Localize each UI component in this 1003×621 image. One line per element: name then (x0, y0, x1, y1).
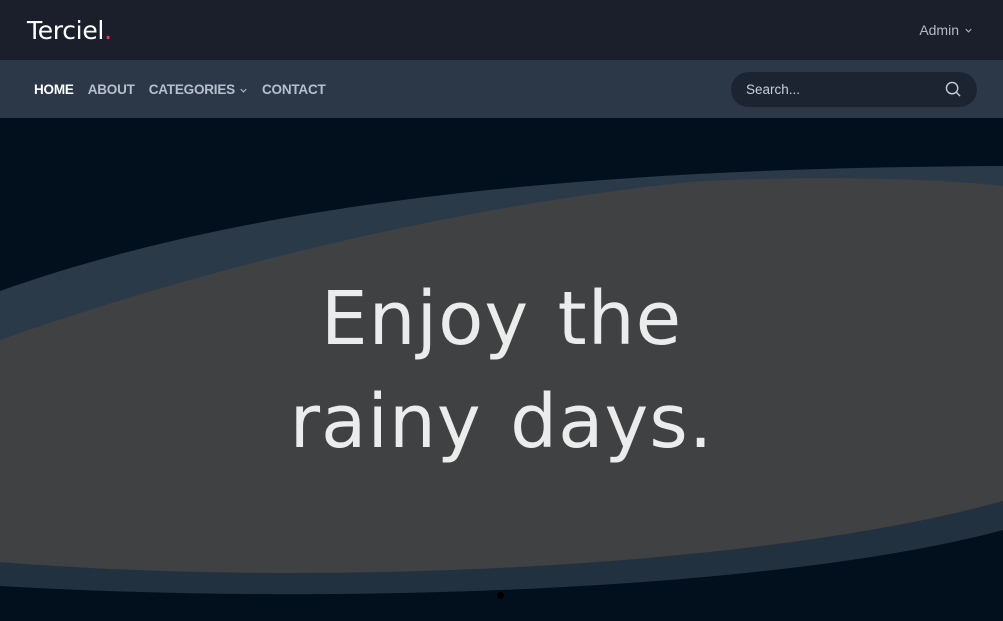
user-menu-label: Admin (919, 22, 959, 38)
hero-title-line-2: rainy days. (289, 379, 714, 465)
slider-dot[interactable] (497, 592, 504, 599)
chevron-down-icon (965, 28, 972, 33)
brand-logo[interactable]: Terciel. (27, 16, 112, 45)
hero-title: Enjoy the rainy days. (0, 268, 1003, 474)
top-bar: Terciel. Admin (0, 0, 1003, 60)
brand-dot: . (104, 15, 112, 45)
search-icon[interactable] (944, 80, 962, 98)
nav-item-label: CONTACT (261, 81, 326, 97)
main-nav: HOME ABOUT CATEGORIES CONTACT (0, 60, 1003, 118)
nav-item-categories[interactable]: CATEGORIES (149, 82, 248, 97)
nav-item-label: CATEGORIES (148, 81, 235, 97)
hero-slider: Enjoy the rainy days. (0, 118, 1003, 621)
nav-item-home[interactable]: HOME (34, 82, 74, 97)
nav-menu: HOME ABOUT CATEGORIES CONTACT (34, 82, 326, 97)
nav-item-contact[interactable]: CONTACT (262, 82, 326, 97)
nav-item-label: ABOUT (87, 81, 135, 97)
user-menu[interactable]: Admin (919, 22, 973, 38)
nav-item-label: HOME (34, 81, 74, 97)
brand-name: Terciel (27, 15, 105, 45)
hero-title-line-1: Enjoy the (320, 276, 683, 362)
search-input[interactable] (746, 81, 926, 97)
search-box (731, 71, 977, 107)
chevron-down-icon (240, 88, 247, 93)
nav-item-about[interactable]: ABOUT (88, 82, 135, 97)
